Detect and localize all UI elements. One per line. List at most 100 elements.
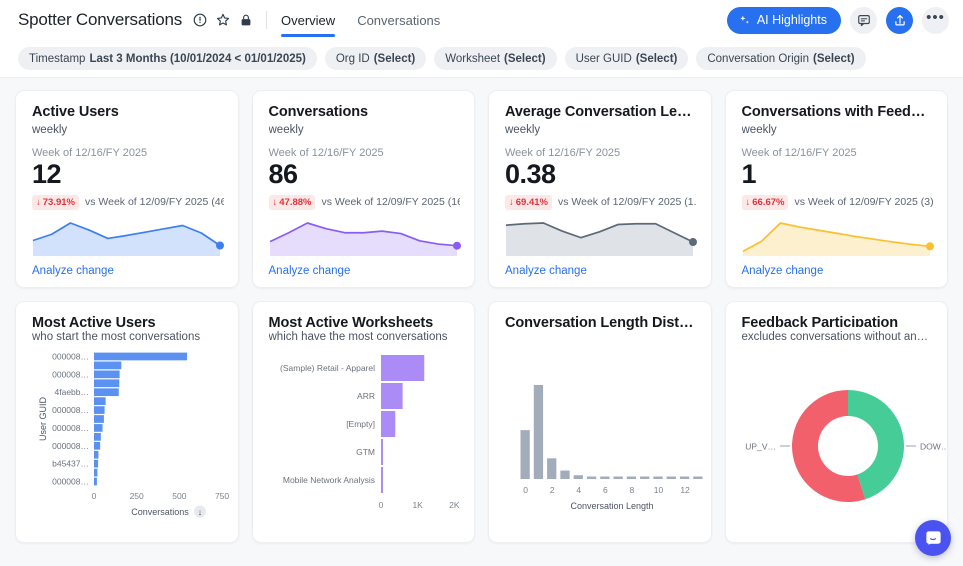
worksheets-bar-chart: (Sample) Retail - ApparelARR[Empty]GTMMo…: [269, 346, 461, 532]
delta-value: 66.67%: [752, 197, 784, 208]
dashboard-app: Spotter Conversations Overview Conversat…: [0, 0, 963, 566]
filter-value: (Select): [813, 53, 855, 65]
svg-text:DOW…: DOW…: [920, 442, 949, 452]
lock-icon[interactable]: [239, 13, 253, 27]
tab-overview[interactable]: Overview: [281, 0, 335, 40]
intercom-launcher-button[interactable]: [915, 520, 951, 556]
analyze-change-link[interactable]: Analyze change: [269, 265, 461, 277]
svg-text:UP_V…: UP_V…: [745, 442, 776, 452]
filter-label: Org ID: [336, 53, 370, 65]
card-title: Conversation Length Distrib…: [505, 315, 697, 331]
ai-highlights-button[interactable]: AI Highlights: [727, 7, 841, 34]
filter-chip-timestamp[interactable]: Timestamp Last 3 Months (10/01/2024 < 01…: [18, 47, 317, 70]
chart-card-most-active-worksheets[interactable]: Most Active Worksheets which have the mo…: [252, 301, 476, 543]
svg-text:Conversation Length: Conversation Length: [570, 501, 653, 511]
feedback-donut-chart: UP_V…DOW…: [742, 346, 934, 532]
svg-text:Conversations: Conversations: [131, 507, 189, 517]
svg-text:User GUID: User GUID: [38, 397, 48, 442]
card-subtitle: weekly: [505, 124, 697, 136]
status-badge: ↓ 66.67%: [742, 195, 789, 210]
info-icon[interactable]: [193, 13, 207, 27]
tab-conversations[interactable]: Conversations: [357, 0, 440, 40]
status-badge: ↓ 69.41%: [505, 195, 552, 210]
share-icon[interactable]: [886, 7, 913, 34]
kpi-value: 12: [32, 160, 224, 190]
svg-text:10: 10: [654, 485, 664, 495]
dashboard-board: Active Users weekly Week of 12/16/FY 202…: [0, 78, 963, 566]
card-title: Average Conversation Length: [505, 104, 697, 120]
chart-card-feedback-participation[interactable]: Feedback Participation excludes conversa…: [725, 301, 949, 543]
filter-chip-conversation-origin[interactable]: Conversation Origin (Select): [696, 47, 865, 70]
comment-icon[interactable]: [850, 7, 877, 34]
kpi-compare: vs Week of 12/09/FY 2025 (46): [85, 196, 224, 208]
svg-text:000008…: 000008…: [52, 441, 89, 451]
svg-text:0: 0: [523, 485, 528, 495]
svg-text:750: 750: [215, 491, 229, 501]
kpi-value: 1: [742, 160, 934, 190]
kpi-period: Week of 12/16/FY 2025: [742, 147, 934, 159]
card-subtitle: weekly: [32, 124, 224, 136]
header-divider: [266, 11, 267, 29]
filter-bar: Timestamp Last 3 Months (10/01/2024 < 01…: [0, 40, 963, 78]
filter-label: Conversation Origin: [707, 53, 809, 65]
kpi-card-average-conversation-length[interactable]: Average Conversation Length weekly Week …: [488, 90, 712, 288]
card-title: Most Active Users: [32, 315, 224, 327]
svg-text:000008…: 000008…: [52, 477, 89, 487]
svg-text:2K: 2K: [449, 500, 460, 510]
sparkline-chart: [32, 214, 224, 258]
card-subtitle: excludes conversations without any…: [742, 331, 934, 340]
sparkline-chart: [742, 214, 934, 258]
svg-text:8: 8: [630, 485, 635, 495]
star-icon[interactable]: [216, 13, 230, 27]
svg-text:12: 12: [680, 485, 690, 495]
svg-text:000008…: 000008…: [52, 351, 89, 361]
card-title: Conversations: [269, 104, 461, 120]
analyze-change-link[interactable]: Analyze change: [505, 265, 697, 277]
users-bar-chart: 000008…000008…4faebb…000008…000008…00000…: [32, 346, 224, 532]
sparkline-chart: [269, 214, 461, 258]
card-subtitle: weekly: [742, 124, 934, 136]
analyze-change-link[interactable]: Analyze change: [32, 265, 224, 277]
title-icon-group: [193, 13, 253, 27]
kpi-period: Week of 12/16/FY 2025: [505, 147, 697, 159]
filter-chip-user-guid[interactable]: User GUID (Select): [565, 47, 689, 70]
svg-text:250: 250: [130, 491, 144, 501]
kpi-card-active-users[interactable]: Active Users weekly Week of 12/16/FY 202…: [15, 90, 239, 288]
conversation-length-histogram: 024681012Conversation Length: [505, 337, 697, 532]
svg-text:[Empty]: [Empty]: [346, 419, 375, 429]
filter-chip-org-id[interactable]: Org ID (Select): [325, 47, 426, 70]
status-badge: ↓ 73.91%: [32, 195, 79, 210]
delta-value: 47.88%: [279, 197, 311, 208]
status-badge: ↓ 47.88%: [269, 195, 316, 210]
more-dots: •••: [926, 10, 945, 25]
kpi-compare: vs Week of 12/09/FY 2025 (1.25): [558, 196, 697, 208]
card-title: Most Active Worksheets: [269, 315, 461, 327]
svg-text:↓: ↓: [198, 507, 203, 517]
kpi-card-conversations[interactable]: Conversations weekly Week of 12/16/FY 20…: [252, 90, 476, 288]
kpi-card-conversations-with-feedback[interactable]: Conversations with Feedback weekly Week …: [725, 90, 949, 288]
svg-text:500: 500: [172, 491, 186, 501]
svg-text:Mobile Network Analysis: Mobile Network Analysis: [282, 475, 374, 485]
page-title: Spotter Conversations: [18, 10, 182, 30]
filter-value: (Select): [504, 53, 546, 65]
kpi-delta-row: ↓ 69.41% vs Week of 12/09/FY 2025 (1.25): [505, 195, 697, 210]
card-subtitle: which have the most conversations: [269, 331, 461, 340]
svg-text:1K: 1K: [412, 500, 423, 510]
svg-text:6: 6: [603, 485, 608, 495]
card-title: Feedback Participation: [742, 315, 934, 327]
filter-chip-worksheet[interactable]: Worksheet (Select): [434, 47, 556, 70]
more-icon[interactable]: •••: [922, 7, 949, 34]
kpi-value: 0.38: [505, 160, 697, 190]
svg-text:000008…: 000008…: [52, 423, 89, 433]
sparkline-chart: [505, 214, 697, 258]
svg-text:b45437…: b45437…: [52, 459, 89, 469]
kpi-compare: vs Week of 12/09/FY 2025 (165): [321, 196, 460, 208]
arrow-down-icon: ↓: [746, 197, 751, 208]
svg-text:4: 4: [576, 485, 581, 495]
chart-card-conversation-length-distribution[interactable]: Conversation Length Distrib… 024681012Co…: [488, 301, 712, 543]
filter-label: Timestamp: [29, 53, 85, 65]
chart-card-most-active-users[interactable]: Most Active Users who start the most con…: [15, 301, 239, 543]
kpi-delta-row: ↓ 47.88% vs Week of 12/09/FY 2025 (165): [269, 195, 461, 210]
arrow-down-icon: ↓: [273, 197, 278, 208]
analyze-change-link[interactable]: Analyze change: [742, 265, 934, 277]
